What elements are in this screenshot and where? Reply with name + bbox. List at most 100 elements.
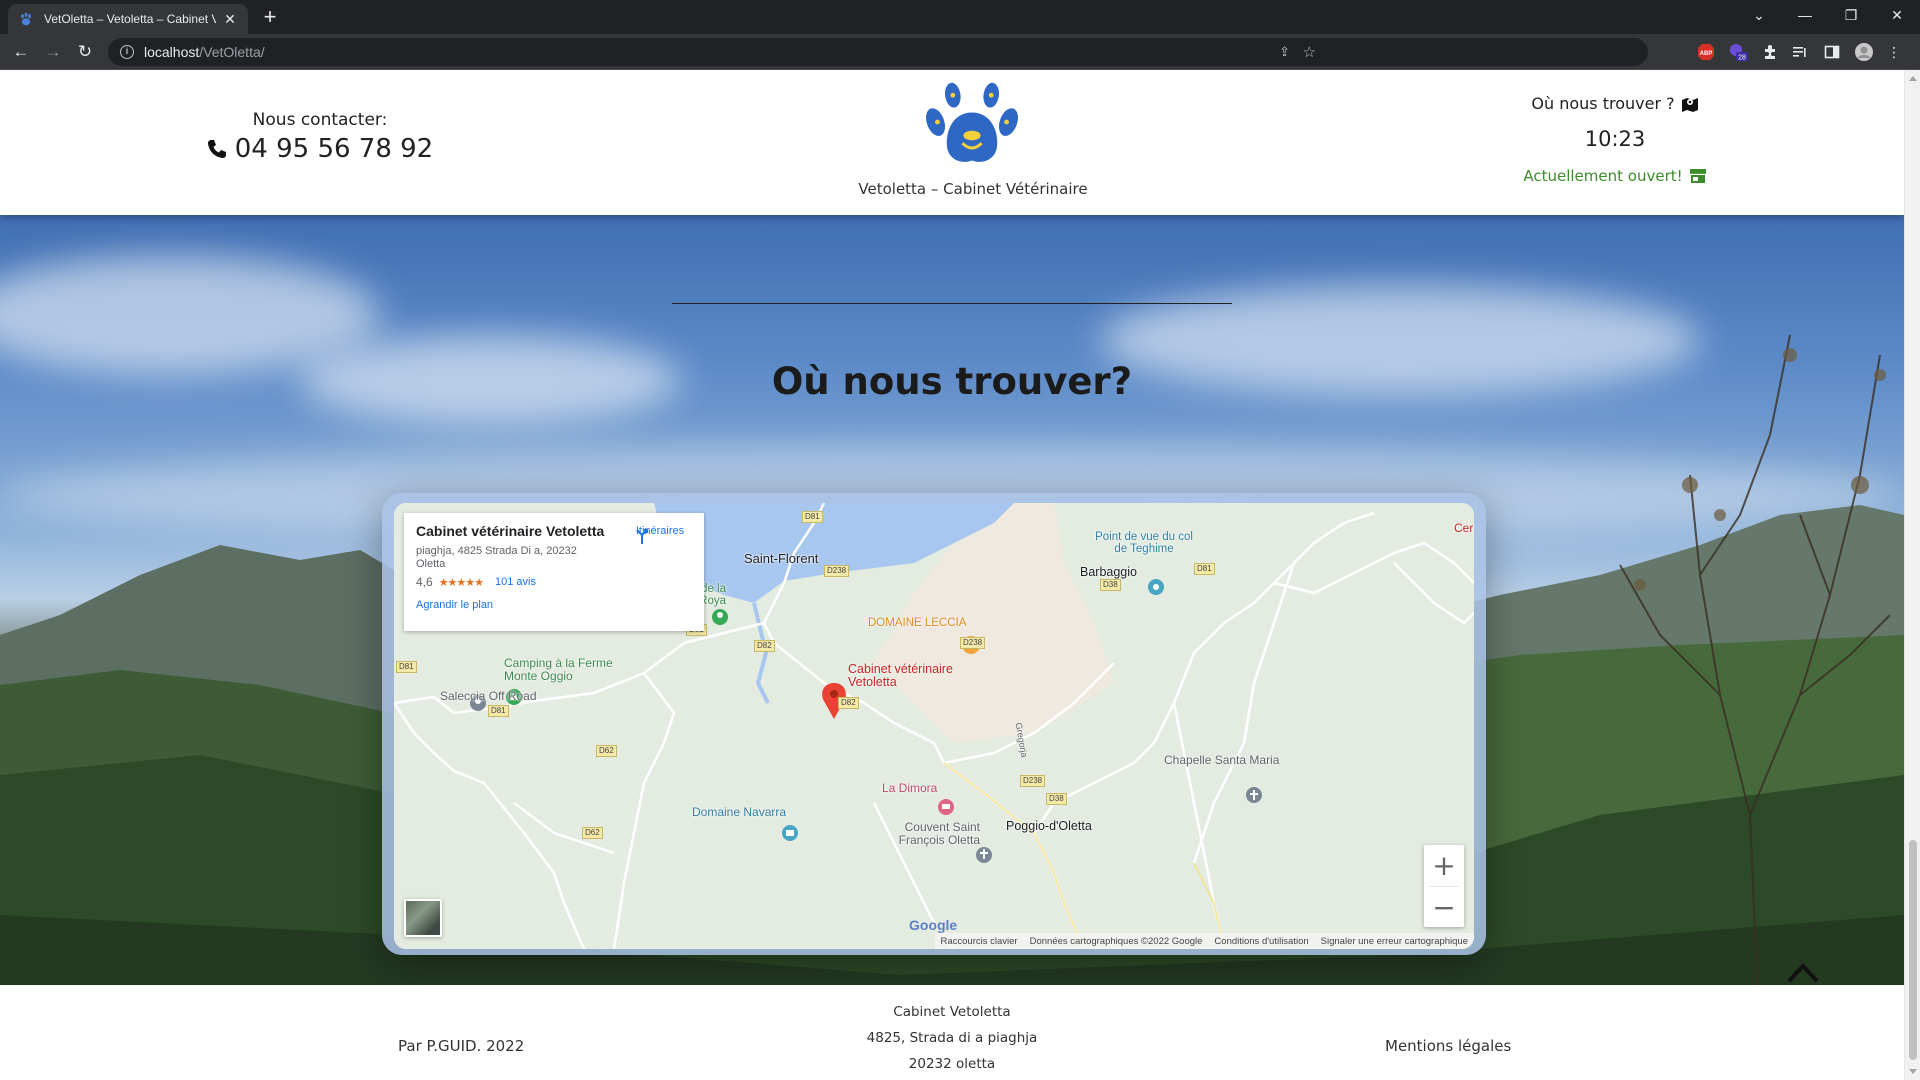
chapel-pin-icon bbox=[1246, 787, 1262, 803]
map-footer: Raccourcis clavier Données cartographiqu… bbox=[934, 933, 1474, 949]
scrollbar-thumb[interactable] bbox=[1909, 840, 1917, 1060]
map-label-domaine-navarra[interactable]: Domaine Navarra bbox=[692, 805, 786, 819]
road-shield: D82 bbox=[838, 697, 859, 709]
reload-button[interactable]: ↻ bbox=[72, 39, 98, 65]
profile-avatar[interactable] bbox=[1854, 42, 1874, 62]
directions-icon bbox=[636, 529, 648, 544]
page: Où nous trouver? Saint-Florent de la Roy… bbox=[0, 70, 1904, 1080]
back-button[interactable]: ← bbox=[8, 39, 34, 65]
open-status: Actuellement ouvert! bbox=[1500, 167, 1730, 185]
contact-label: Nous contacter: bbox=[252, 110, 388, 130]
zoom-in-button[interactable]: + bbox=[1424, 845, 1464, 886]
beach-pin-icon bbox=[712, 609, 728, 625]
site-info-icon[interactable]: i bbox=[120, 45, 134, 59]
legal-notice-link[interactable]: Mentions légales bbox=[1385, 1037, 1511, 1055]
road-shield: D238 bbox=[1020, 775, 1046, 787]
close-window-button[interactable]: ✕ bbox=[1874, 0, 1920, 30]
road-shield: D38 bbox=[1046, 793, 1067, 805]
adblock-icon[interactable]: ABP bbox=[1696, 42, 1716, 62]
road-shield: D81 bbox=[802, 511, 823, 523]
map-label-cabinet[interactable]: Cabinet vétérinaire Vetoletta bbox=[848, 663, 978, 689]
road-shield: D82 bbox=[754, 640, 775, 652]
scroll-up-arrow[interactable] bbox=[1909, 76, 1917, 81]
browser-tabbar: VetOletta – Vetoletta – Cabinet V ✕ + ⌄ … bbox=[0, 0, 1920, 34]
back-to-top-icon[interactable] bbox=[1786, 960, 1820, 984]
open-status-text: Actuellement ouvert! bbox=[1523, 167, 1683, 185]
map-label-saint-florent[interactable]: Saint-Florent bbox=[744, 551, 818, 566]
find-us-link[interactable]: Où nous trouver ? bbox=[1500, 94, 1730, 113]
paw-favicon-icon bbox=[18, 11, 34, 27]
map-info-card: Cabinet vétérinaire Vetoletta piaghja, 4… bbox=[404, 513, 704, 631]
new-tab-button[interactable]: + bbox=[258, 6, 282, 30]
bookmark-star-icon[interactable]: ☆ bbox=[1303, 43, 1316, 61]
contact-block: Nous contacter: 04 95 56 78 92 bbox=[205, 110, 435, 164]
map-label-couvent[interactable]: Couvent Saint François Oletta bbox=[896, 821, 980, 847]
brand-name[interactable]: Vetoletta – Cabinet Vétérinaire bbox=[800, 180, 1146, 198]
scroll-down-arrow[interactable] bbox=[1909, 1069, 1917, 1074]
road-shield: D81 bbox=[396, 661, 417, 673]
report-error-link[interactable]: Signaler une erreur cartographique bbox=[1321, 936, 1468, 947]
satellite-toggle[interactable] bbox=[404, 899, 442, 937]
footer-address: Cabinet Vetoletta 4825, Strada di a piag… bbox=[800, 999, 1104, 1077]
side-panel-icon[interactable] bbox=[1822, 42, 1842, 62]
place-rating: 4,6 ★★★★★ 101 avis bbox=[416, 575, 692, 589]
road-shield: D62 bbox=[582, 827, 603, 839]
domaine-pin-icon bbox=[782, 825, 798, 841]
directions-button[interactable]: Itinéraires bbox=[632, 525, 688, 544]
page-scrollbar[interactable] bbox=[1904, 70, 1920, 1080]
tab-search-icon[interactable]: ⌄ bbox=[1736, 0, 1782, 30]
find-us-text: Où nous trouver ? bbox=[1531, 94, 1675, 113]
road-shield: D238 bbox=[960, 637, 986, 649]
svg-text:ABP: ABP bbox=[1700, 51, 1713, 57]
browser-toolbar: ← → ↻ i localhost/VetOletta/ ⇪ ☆ ABP 28 … bbox=[0, 34, 1920, 70]
road-shield: D81 bbox=[488, 705, 509, 717]
map-label-cer[interactable]: Cer bbox=[1454, 521, 1473, 535]
hero-background: Où nous trouver? Saint-Florent de la Roy… bbox=[0, 215, 1904, 1050]
terms-link[interactable]: Conditions d'utilisation bbox=[1214, 936, 1308, 947]
svg-text:28: 28 bbox=[1738, 55, 1746, 62]
phone-text: 04 95 56 78 92 bbox=[234, 134, 434, 164]
map-label-domaine-leccia[interactable]: DOMAINE LECCIA bbox=[868, 617, 966, 629]
map-data-credit: Données cartographiques ©2022 Google bbox=[1029, 935, 1203, 947]
place-address: piaghja, 4825 Strada Di a, 20232 Oletta bbox=[416, 545, 577, 570]
road-shield: D38 bbox=[1100, 579, 1121, 591]
map-label-point-de-vue[interactable]: Point de vue du col de Teghime bbox=[1094, 531, 1194, 555]
road-shield: D238 bbox=[824, 565, 850, 577]
forward-button[interactable]: → bbox=[40, 39, 66, 65]
section-title: Où nous trouver? bbox=[771, 360, 1133, 403]
map-marked-icon bbox=[1681, 97, 1698, 112]
tab-title: VetOletta – Vetoletta – Cabinet V bbox=[44, 12, 216, 26]
map-label-la-dimora[interactable]: La Dimora bbox=[882, 781, 937, 795]
map-label-camping[interactable]: Camping à la Ferme Monte Oggio bbox=[504, 657, 634, 683]
tab-close-icon[interactable]: ✕ bbox=[222, 11, 238, 28]
minimize-button[interactable]: — bbox=[1782, 0, 1828, 30]
url-text: localhost/VetOletta/ bbox=[144, 44, 265, 60]
footer-business-name: Cabinet Vetoletta bbox=[893, 1004, 1011, 1020]
enlarge-map-link[interactable]: Agrandir le plan bbox=[416, 599, 692, 611]
browser-menu-icon[interactable]: ⋮ bbox=[1884, 42, 1904, 62]
find-us-block: Où nous trouver ? 10:23 Actuellement ouv… bbox=[1500, 94, 1730, 185]
zoom-out-button[interactable]: − bbox=[1424, 887, 1464, 928]
extensions-puzzle-icon[interactable] bbox=[1760, 42, 1780, 62]
map-label-barbaggio[interactable]: Barbaggio bbox=[1080, 565, 1137, 579]
extension-badge-icon[interactable]: 28 bbox=[1728, 42, 1748, 62]
keyboard-shortcuts-link[interactable]: Raccourcis clavier bbox=[941, 936, 1018, 947]
site-header: Nous contacter: 04 95 56 78 92 Vetoletta… bbox=[0, 70, 1904, 215]
map-label-chapelle[interactable]: Chapelle Santa Maria bbox=[1164, 753, 1279, 767]
map-label-saleccia[interactable]: Saleccia Off Road bbox=[440, 689, 537, 703]
restore-button[interactable]: ❐ bbox=[1828, 0, 1874, 30]
embedded-map[interactable]: Saint-Florent Plage de la Roya Camping à… bbox=[394, 503, 1474, 949]
paw-logo-icon[interactable] bbox=[912, 76, 1032, 177]
current-time: 10:23 bbox=[1584, 127, 1646, 151]
media-control-icon[interactable] bbox=[1790, 42, 1810, 62]
browser-tab[interactable]: VetOletta – Vetoletta – Cabinet V ✕ bbox=[8, 4, 248, 34]
section-divider bbox=[672, 303, 1232, 304]
phone-number[interactable]: 04 95 56 78 92 bbox=[205, 134, 435, 164]
map-frame: Saint-Florent Plage de la Roya Camping à… bbox=[382, 493, 1486, 955]
map-label-poggio[interactable]: Poggio-d'Oletta bbox=[1006, 819, 1092, 833]
share-icon[interactable]: ⇪ bbox=[1279, 44, 1290, 60]
address-bar[interactable]: i localhost/VetOletta/ ⇪ ☆ bbox=[108, 38, 1648, 66]
reviews-link[interactable]: 101 avis bbox=[495, 576, 536, 588]
viewpoint-pin-icon bbox=[1148, 579, 1164, 595]
rating-stars: ★★★★★ bbox=[438, 576, 484, 589]
